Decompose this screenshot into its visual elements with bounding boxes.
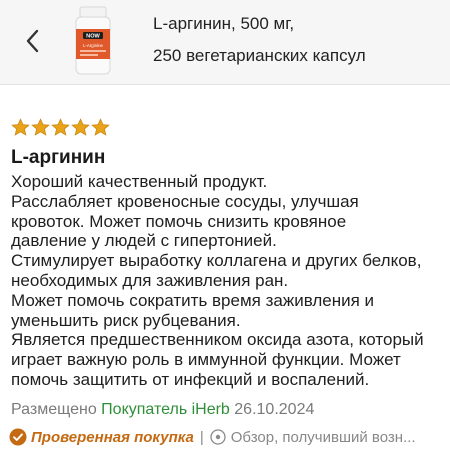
review-body-line: необходимых для заживления ран. — [11, 270, 289, 290]
separator: | — [199, 428, 204, 446]
thumbnail-label-text: L-Arginine — [83, 43, 104, 48]
incentivized-review-disclaimer[interactable]: Обзор, получивший возн... — [231, 429, 416, 446]
review-body-line: играет важную роль в иммунной функции. М… — [11, 350, 401, 370]
review-body-line: кровоток. Может помочь снизить кровяное — [11, 211, 347, 231]
review-body-line: Хороший качественный продукт. — [11, 172, 268, 191]
review-body-line: давление у людей с гипертонией. — [11, 231, 277, 251]
review-body-line: уменьшить риск рубцевания. — [11, 310, 241, 330]
posted-label: Размещено — [11, 401, 97, 418]
rating-stars — [11, 118, 110, 137]
product-title-line2[interactable]: 250 вегетарианских капсул — [153, 46, 366, 66]
star-icon — [91, 118, 110, 136]
star-icon — [11, 118, 30, 136]
review-meta: Размещено Покупатель iHerb 26.10.2024 — [11, 401, 314, 419]
star-icon — [51, 118, 70, 136]
star-icon — [71, 118, 90, 136]
review-body: Хороший качественный продукт. Расслабляет… — [11, 172, 447, 390]
review-date: 26.10.2024 — [234, 401, 315, 418]
info-icon[interactable] — [210, 429, 226, 445]
review-body-line: Стимулирует выработку коллагена и других… — [11, 251, 422, 271]
product-title-line1[interactable]: L-аргинин, 500 мг, — [153, 14, 294, 34]
product-bottle-thumbnail[interactable]: NOW L-Arginine — [66, 5, 120, 77]
review-footer: Проверенная покупка | Обзор, получивший … — [9, 428, 416, 446]
chevron-left-icon[interactable] — [20, 24, 46, 58]
review-body-line: Является предшественником оксида азота, … — [11, 330, 424, 350]
review-body-line: помочь защитить от инфекций и воспалений… — [11, 369, 370, 389]
review-title: L-аргинин — [11, 147, 106, 168]
product-header: NOW L-Arginine L-аргинин, 500 мг, 250 ве… — [0, 0, 450, 85]
review-body-line: Расслабляет кровеносные сосуды, улучшая — [11, 191, 359, 211]
review-body-line: Может помочь сократить время заживления … — [11, 290, 375, 310]
verified-check-icon — [9, 428, 27, 446]
verified-purchase-label: Проверенная покупка — [31, 428, 194, 446]
star-icon — [31, 118, 50, 136]
author-link[interactable]: Покупатель iHerb — [101, 401, 230, 418]
thumbnail-brand-text: NOW — [86, 34, 100, 40]
